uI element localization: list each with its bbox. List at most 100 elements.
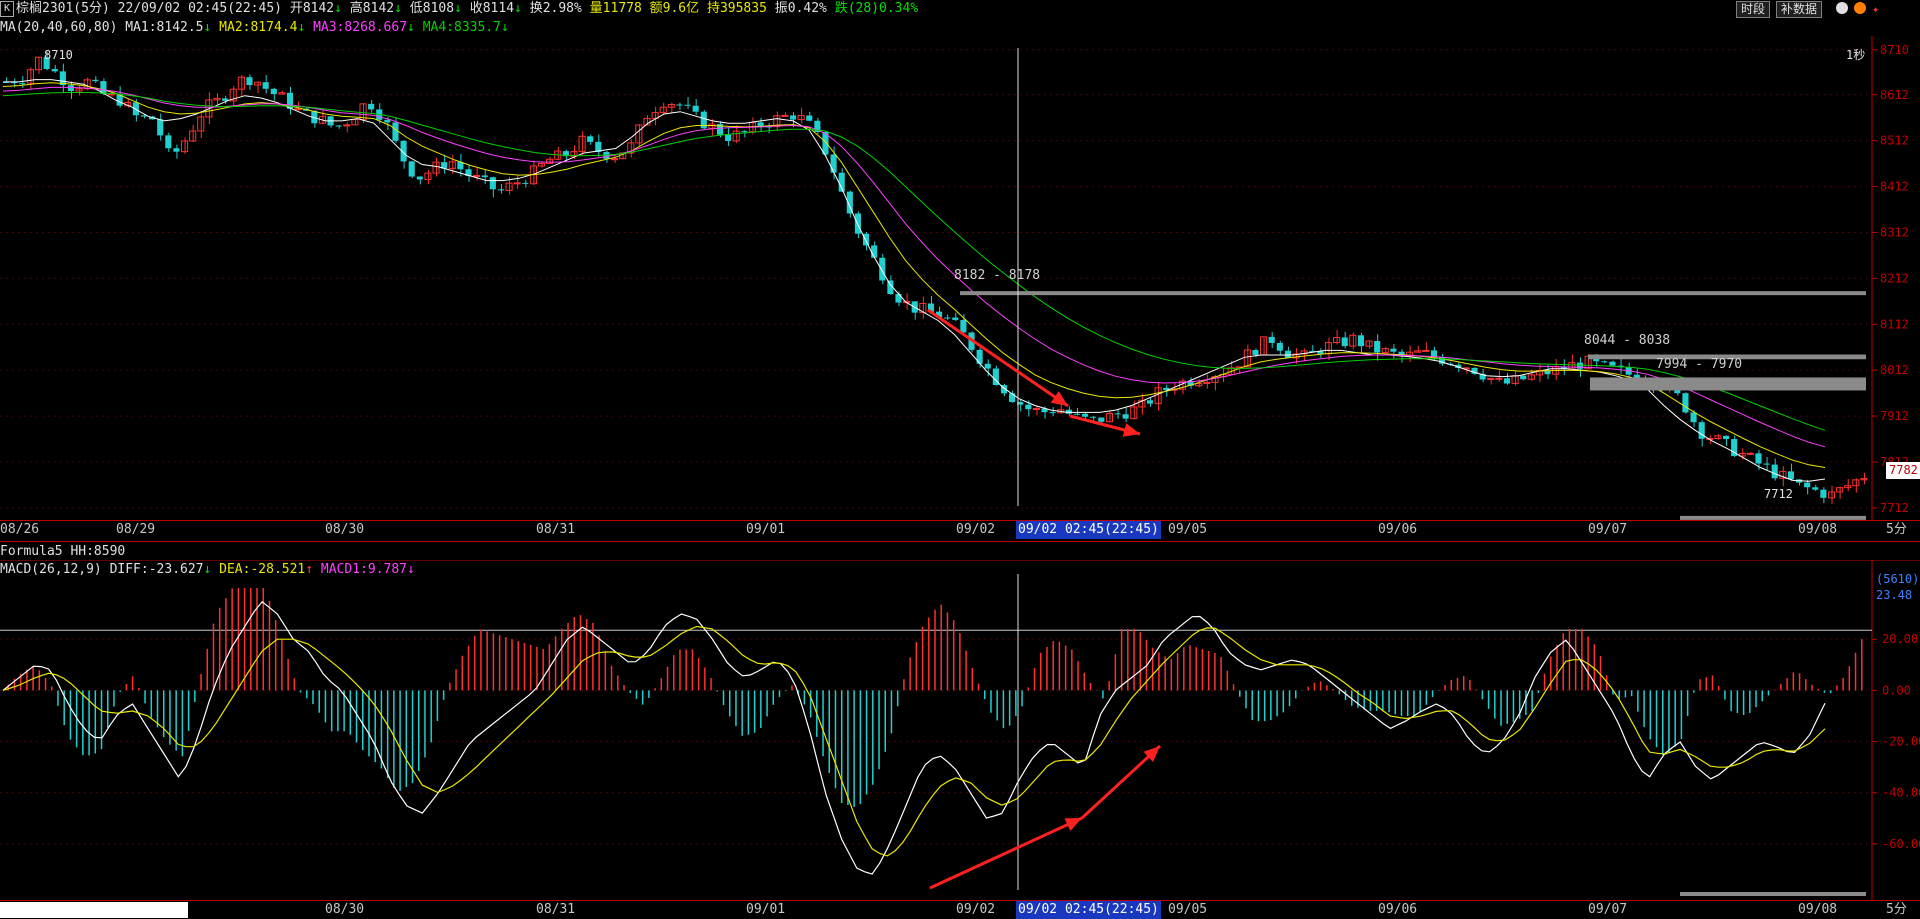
date-label: 08/26	[0, 522, 40, 537]
scroll-thumb[interactable]	[0, 902, 188, 918]
pin-icon[interactable]: ✦	[1872, 0, 1879, 18]
candle-body	[960, 319, 967, 333]
candle-body	[1390, 348, 1397, 352]
macd-arrow-1-shaft	[929, 816, 1083, 890]
date-label: 09/07	[1588, 902, 1628, 917]
zone1-label: 8182 - 8178	[954, 268, 1041, 283]
candle-body	[984, 363, 991, 369]
period-label: 5分	[1886, 902, 1907, 917]
interval-label: 1秒	[1846, 48, 1866, 62]
zone3-label: 7994 - 7970	[1656, 357, 1743, 372]
ma4-value: MA4:8335.7	[422, 20, 501, 35]
contract-name: 棕榈2301(5分)	[16, 1, 110, 16]
candle-body	[392, 122, 399, 141]
macd-level-value: 23.48	[1876, 588, 1913, 602]
candle-body	[1341, 337, 1348, 347]
candle-body	[262, 82, 269, 89]
candle-body	[684, 104, 691, 106]
settings-icon[interactable]	[1836, 2, 1848, 14]
candle-body	[51, 69, 58, 72]
candle-body	[789, 115, 797, 120]
candle-body	[448, 161, 456, 169]
candle-body	[1073, 413, 1081, 415]
price-tick-label: 8412	[1880, 180, 1909, 194]
candle-body	[879, 257, 886, 281]
candle-body	[1146, 400, 1154, 404]
candle-body	[1601, 361, 1608, 363]
price-tick-label: 7912	[1880, 409, 1909, 423]
candle-body	[270, 88, 277, 95]
quote-header: K 棕榈2301(5分) 22/09/02 02:45(22:45) 开8142↓…	[0, 0, 918, 18]
candle-body	[1787, 471, 1794, 480]
candle-body	[1690, 412, 1697, 423]
candle-body	[473, 174, 481, 177]
candle-body	[1520, 375, 1527, 380]
ma1-arrow: ↓	[203, 20, 212, 35]
macd-tick-label: 20.00	[1882, 632, 1918, 646]
chart-type-icon[interactable]: K	[0, 0, 14, 17]
resistance-zone-1	[960, 291, 1866, 296]
candle-body	[92, 79, 99, 82]
date-label: 08/29	[116, 522, 156, 537]
candle-body	[692, 105, 699, 112]
date-label: 09/05	[1168, 902, 1208, 917]
period-label: 5分	[1886, 522, 1907, 537]
candle-body	[676, 104, 683, 106]
candle-body	[830, 154, 837, 173]
candle-body	[1114, 413, 1121, 415]
cursor-time-label: 09/02 02:45(22:45)	[1016, 901, 1161, 919]
candle-body	[1422, 349, 1430, 352]
candle-body	[416, 176, 423, 180]
candle-body	[173, 148, 180, 152]
candle-body	[1049, 412, 1056, 414]
price-tick-label: 8112	[1880, 317, 1909, 331]
macd-chart[interactable]: 20.00 0.00 -20.00 -40.00 -60.00	[0, 560, 1920, 900]
resistance-zone-3	[1590, 377, 1866, 391]
candle-body	[335, 125, 342, 127]
price-tick-label: 8212	[1880, 271, 1909, 285]
date-label: 09/02	[956, 522, 996, 537]
fill-data-button[interactable]: 补数据	[1776, 1, 1823, 18]
ma-line-ma4	[2, 92, 1826, 431]
candle-body	[165, 135, 172, 149]
candle-body	[587, 136, 594, 142]
alert-icon[interactable]	[1854, 2, 1866, 14]
price-tick-label: 7712	[1880, 501, 1909, 515]
change: 跌(28)0.34%	[834, 1, 919, 16]
date-label: 08/30	[325, 902, 365, 917]
candle-body	[19, 83, 26, 85]
candle-body	[1804, 482, 1811, 488]
date-label: 08/30	[325, 522, 365, 537]
macd-top-value: (5610)	[1876, 572, 1920, 586]
candle-body	[1082, 413, 1089, 417]
period-button[interactable]: 时段	[1736, 1, 1771, 18]
candle-body	[1682, 393, 1689, 413]
cursor-time-label: 09/02 02:45(22:45)	[1016, 521, 1161, 539]
close-arrow: ↓	[514, 1, 522, 16]
low-price: 低8108	[409, 1, 455, 16]
macd-tick-label: -20.00	[1882, 735, 1920, 749]
candle-body	[1065, 409, 1072, 414]
candle-body	[1820, 489, 1827, 498]
candle-body	[1090, 416, 1097, 418]
ma3-arrow: ↓	[407, 20, 415, 35]
candle-body	[871, 245, 878, 258]
candle-body	[1771, 464, 1778, 479]
macd-tick-label: -40.00	[1882, 786, 1920, 800]
candle-body	[1276, 342, 1283, 351]
candle-body	[1698, 422, 1705, 439]
candle-body	[489, 177, 496, 190]
ma4-arrow: ↓	[500, 20, 509, 35]
candle-body	[67, 85, 75, 91]
candle-body	[408, 161, 415, 177]
candle-body	[1495, 377, 1503, 380]
price-tick-label: 8710	[1880, 43, 1909, 57]
open-interest: 持395835	[706, 1, 767, 16]
date-label: 08/31	[536, 902, 576, 917]
price-tick-label: 8612	[1880, 88, 1909, 102]
candle-body	[725, 134, 732, 141]
candle-body	[157, 119, 164, 136]
amount: 额9.6亿	[649, 1, 700, 16]
candle-body	[481, 175, 488, 178]
candle-body	[1503, 378, 1511, 384]
